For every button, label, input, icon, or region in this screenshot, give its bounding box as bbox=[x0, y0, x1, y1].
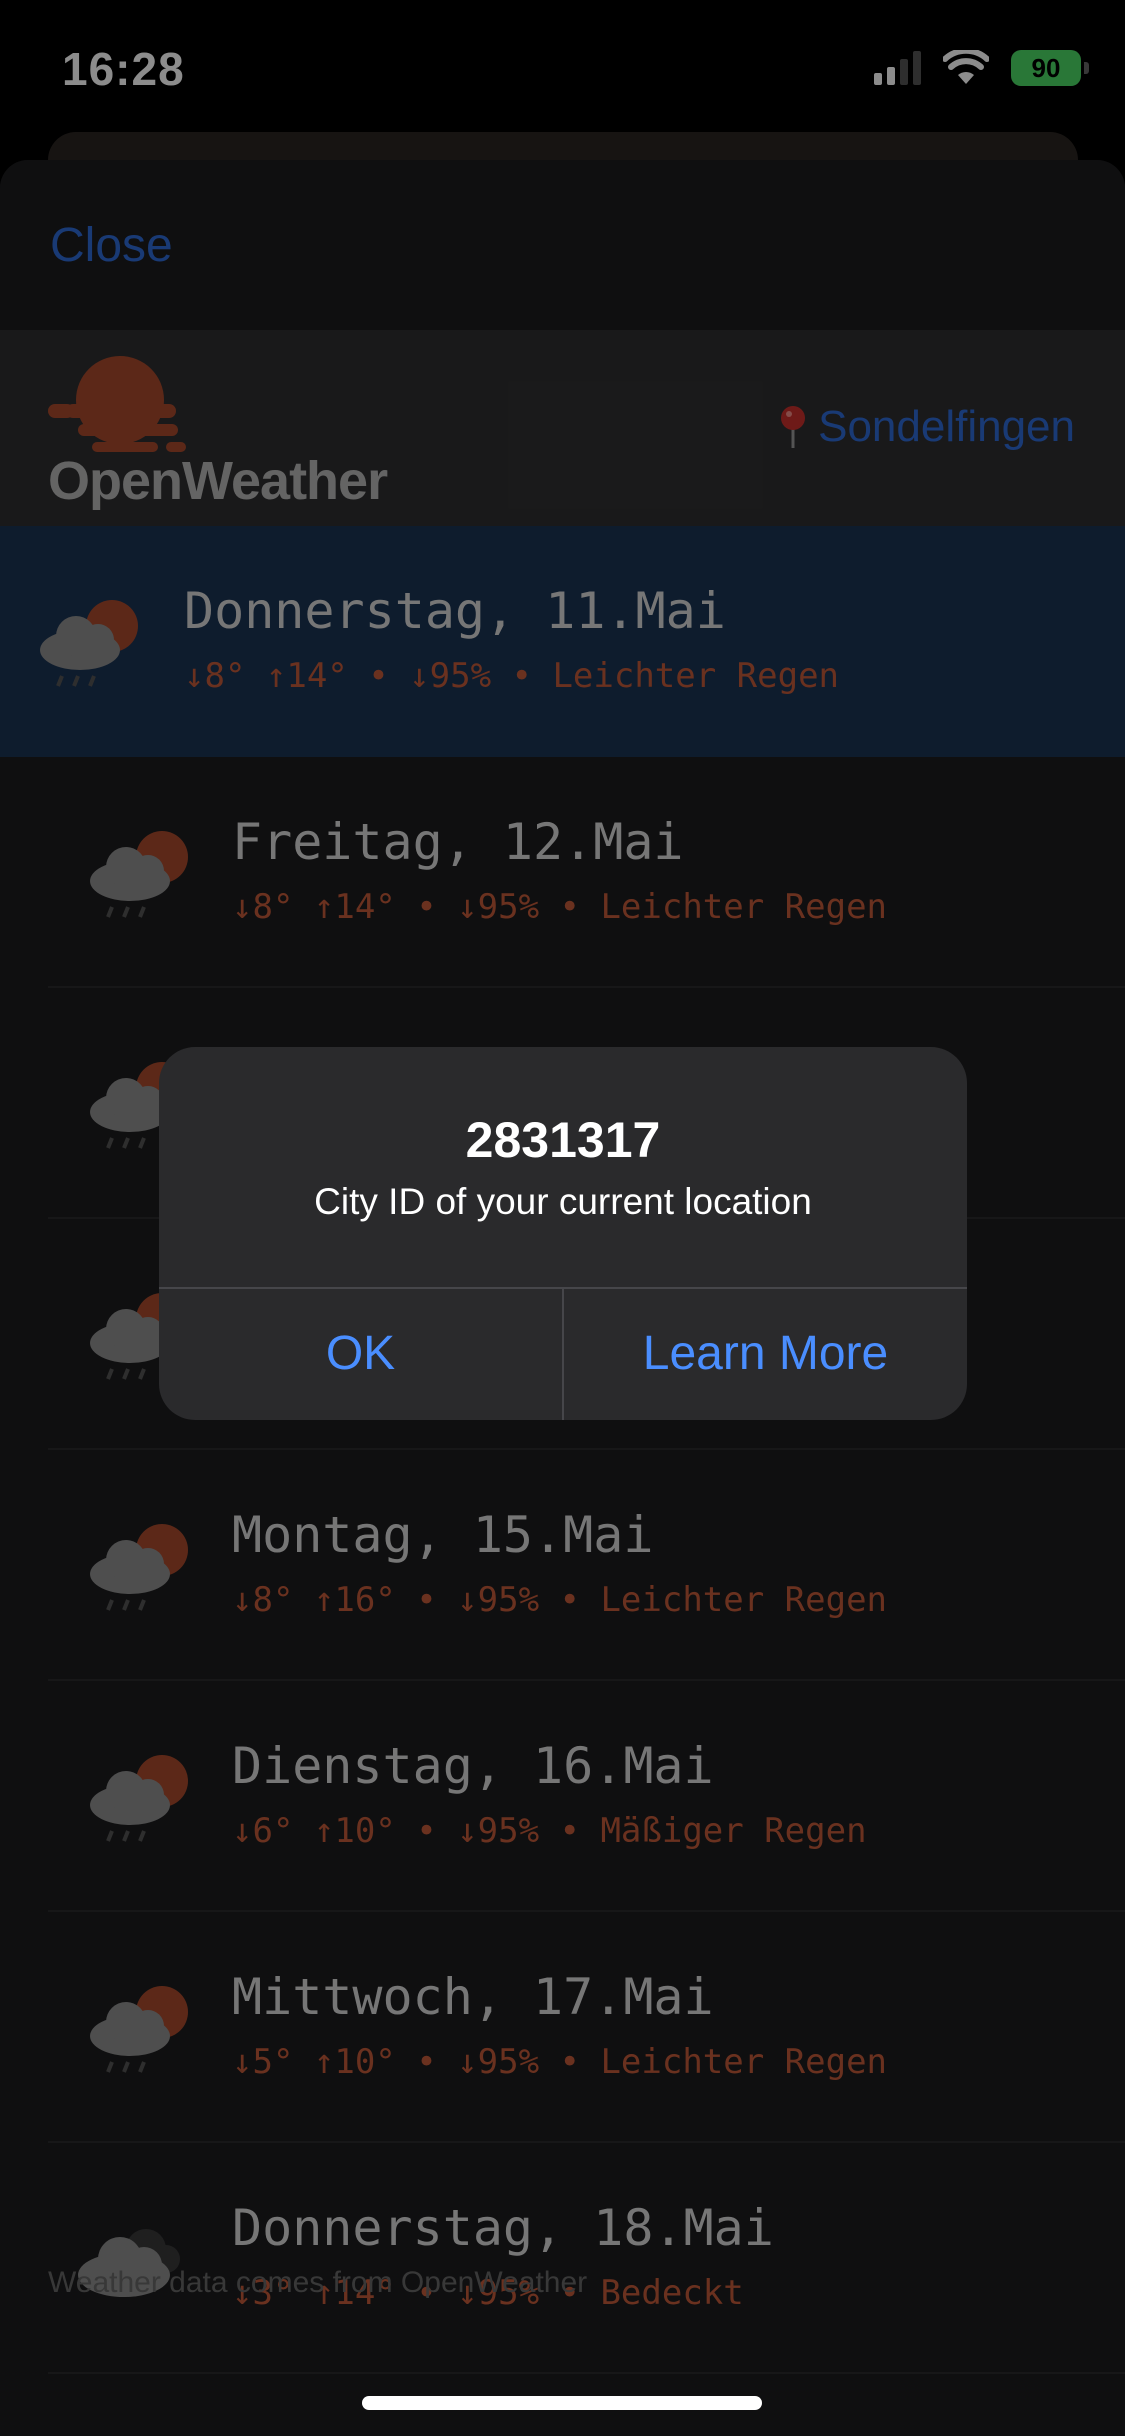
alert-title: 2831317 bbox=[465, 1112, 661, 1168]
city-id-alert: 2831317 City ID of your current location… bbox=[159, 1047, 967, 1420]
ok-button[interactable]: OK bbox=[159, 1287, 562, 1420]
home-indicator[interactable] bbox=[362, 2396, 762, 2410]
learn-more-button[interactable]: Learn More bbox=[564, 1287, 967, 1420]
alert-message: City ID of your current location bbox=[314, 1181, 812, 1222]
